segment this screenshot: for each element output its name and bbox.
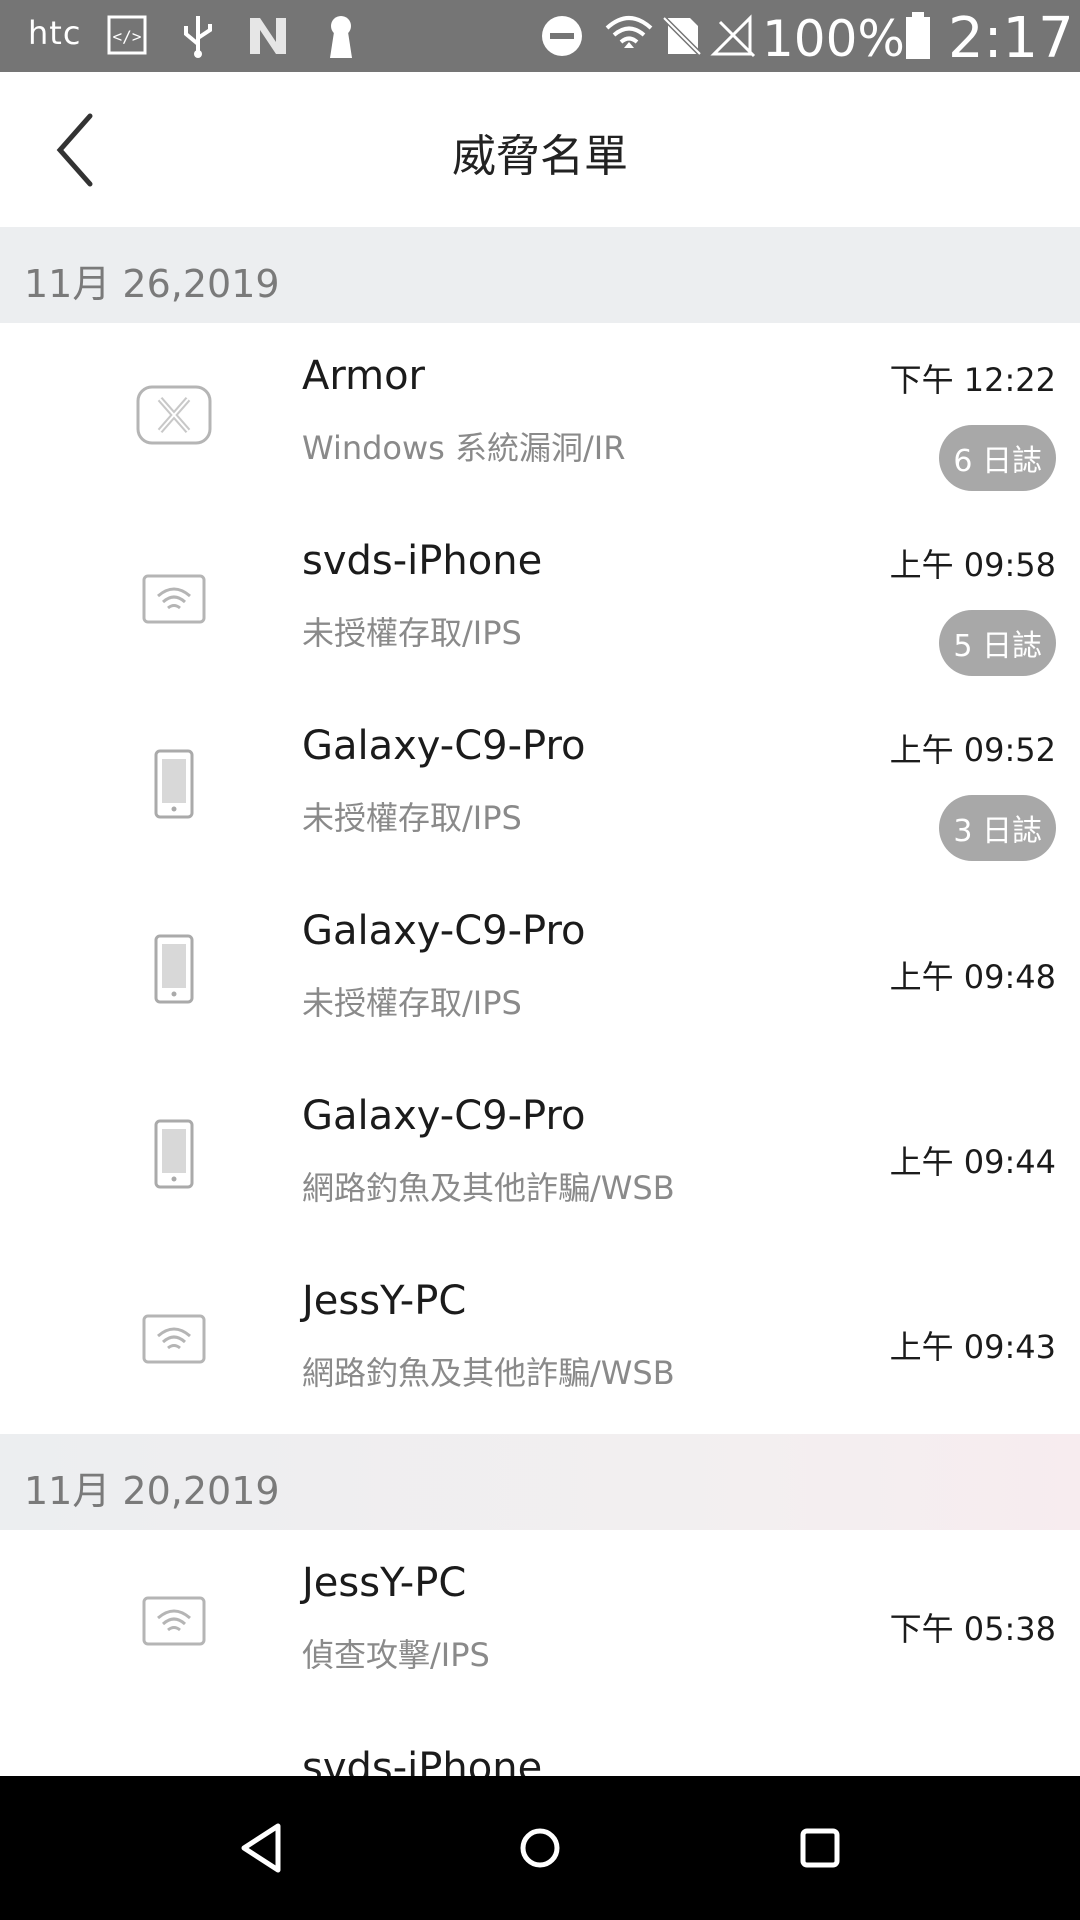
- threat-time: 下午 05:38: [889, 1610, 1056, 1648]
- wifi-icon: [605, 16, 653, 48]
- list-item[interactable]: Armor Windows 系統漏洞/IR 下午 12:22 6 日誌: [0, 323, 1080, 508]
- battery-percent: 100%: [762, 10, 905, 68]
- list-item[interactable]: JessY-PC 網路釣魚及其他詐騙/WSB 上午 09:43: [0, 1248, 1080, 1433]
- nav-back-icon[interactable]: [226, 1812, 298, 1884]
- threat-description: 未授權存取/IPS: [302, 984, 522, 1022]
- date-header-label: 11月 20,2019: [24, 1469, 280, 1513]
- no-sim-icon: [660, 14, 704, 58]
- date-header-label: 11月 26,2019: [24, 262, 280, 306]
- system-nav-bar: [0, 1776, 1080, 1920]
- threat-description: 未授權存取/IPS: [302, 799, 522, 837]
- device-name: svds-iPhone: [302, 538, 543, 584]
- svg-text:</>: </>: [113, 27, 142, 46]
- device-name: Galaxy-C9-Pro: [302, 908, 586, 954]
- threat-time: 上午 09:43: [889, 1328, 1056, 1366]
- wifi-device-icon: [142, 574, 206, 624]
- threat-description: 偵查攻擊/IPS: [302, 1636, 490, 1674]
- device-name: Galaxy-C9-Pro: [302, 1093, 586, 1139]
- list-item[interactable]: Galaxy-C9-Pro 未授權存取/IPS 上午 09:52 3 日誌: [0, 693, 1080, 878]
- device-name: JessY-PC: [302, 1278, 467, 1324]
- device-name: JessY-PC: [302, 1560, 467, 1606]
- device-name: Galaxy-C9-Pro: [302, 723, 586, 769]
- threat-time: 上午 09:48: [889, 958, 1056, 996]
- threat-description: 網路釣魚及其他詐騙/WSB: [302, 1169, 675, 1207]
- log-count-badge: 6 日誌: [939, 425, 1056, 491]
- router-x-icon: [136, 385, 212, 445]
- status-time: 2:17: [948, 6, 1074, 71]
- phone-icon: [154, 749, 194, 819]
- threat-description: 網路釣魚及其他詐騙/WSB: [302, 1354, 675, 1392]
- threat-description: 未授權存取/IPS: [302, 614, 522, 652]
- battery-icon: [906, 12, 930, 59]
- page-title: 威脅名單: [452, 131, 628, 182]
- nav-recents-icon[interactable]: [784, 1812, 856, 1884]
- status-bar: htc </> 100% 2:17: [0, 0, 1080, 72]
- nav-home-icon[interactable]: [504, 1812, 576, 1884]
- date-header: 11月 20,2019: [0, 1434, 1080, 1530]
- threat-time: 上午 09:44: [889, 1143, 1056, 1181]
- dnd-icon: [542, 16, 582, 56]
- phone-icon: [154, 934, 194, 1004]
- list-item[interactable]: Galaxy-C9-Pro 未授權存取/IPS 上午 09:48: [0, 878, 1080, 1063]
- date-header: 11月 26,2019: [0, 227, 1080, 323]
- phone-icon: [154, 1119, 194, 1189]
- developer-icon: </>: [107, 15, 147, 55]
- device-name: Armor: [302, 353, 425, 399]
- list-item[interactable]: svds-iPhone 未授權存取/IPS 上午 09:58 5 日誌: [0, 508, 1080, 693]
- threat-description: Windows 系統漏洞/IR: [302, 429, 626, 467]
- wifi-device-icon: [142, 1314, 206, 1364]
- threat-time: 上午 09:58: [889, 546, 1056, 584]
- keyhole-icon: [330, 16, 352, 58]
- threat-time: 下午 12:22: [889, 361, 1056, 399]
- usb-icon: [184, 16, 212, 58]
- app-bar: 威脅名單: [0, 72, 1080, 227]
- n-icon: [250, 18, 286, 54]
- list-item[interactable]: Galaxy-C9-Pro 網路釣魚及其他詐騙/WSB 上午 09:44: [0, 1063, 1080, 1248]
- threat-time: 上午 09:52: [889, 731, 1056, 769]
- brand-label: htc: [28, 14, 82, 52]
- no-signal-icon: [710, 14, 756, 58]
- log-count-badge: 5 日誌: [939, 610, 1056, 676]
- wifi-device-icon: [142, 1596, 206, 1646]
- log-count-badge: 3 日誌: [939, 795, 1056, 861]
- list-item[interactable]: JessY-PC 偵查攻擊/IPS 下午 05:38: [0, 1530, 1080, 1715]
